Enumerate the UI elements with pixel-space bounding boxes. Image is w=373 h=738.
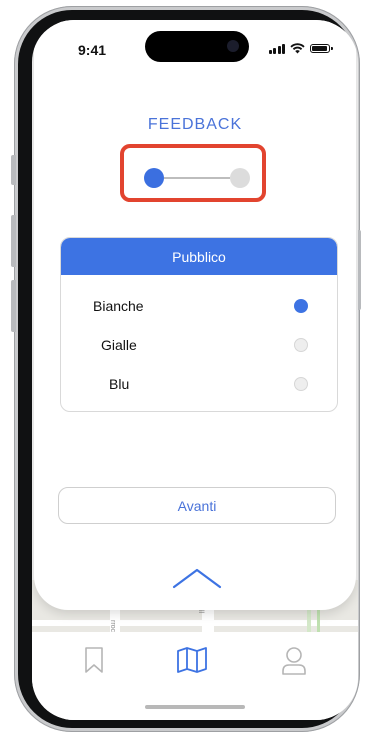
status-time: 9:41: [78, 42, 107, 58]
step-connector: [164, 177, 230, 179]
mute-switch: [11, 155, 16, 185]
option-label: Bianche: [93, 298, 144, 314]
option-blu[interactable]: Blu: [61, 369, 337, 399]
map-icon[interactable]: [176, 646, 208, 674]
wifi-icon: [290, 43, 305, 54]
dynamic-island: [145, 31, 249, 62]
screen: rroco ll 9:41 FEEDBACK Pubblico Bianche …: [32, 20, 358, 720]
radio-selected[interactable]: [294, 299, 308, 313]
option-label: Gialle: [101, 337, 137, 353]
radio-unselected[interactable]: [294, 338, 308, 352]
step-2-dot[interactable]: [230, 168, 250, 188]
status-icons: [268, 43, 333, 54]
option-label: Blu: [109, 376, 130, 392]
feedback-sheet: 9:41 FEEDBACK Pubblico Bianche Gialle Bl…: [34, 20, 356, 610]
next-button[interactable]: Avanti: [58, 487, 336, 524]
radio-unselected[interactable]: [294, 377, 308, 391]
step-indicator: [120, 144, 266, 202]
page-title: FEEDBACK: [147, 116, 243, 133]
signal-icon: [268, 43, 285, 54]
audience-panel: Pubblico Bianche Gialle Blu: [60, 237, 338, 412]
tab-bar: [32, 632, 358, 720]
home-indicator[interactable]: [145, 705, 245, 709]
panel-header: Pubblico: [61, 238, 337, 275]
panel-header-label: Pubblico: [172, 248, 226, 265]
chevron-up-icon[interactable]: [172, 567, 222, 589]
volume-down-button: [11, 280, 16, 332]
profile-icon[interactable]: [281, 646, 307, 676]
map-street-label: ll: [197, 610, 204, 614]
bookmark-icon[interactable]: [84, 646, 104, 674]
next-button-label: Avanti: [177, 497, 217, 514]
step-1-dot[interactable]: [144, 168, 164, 188]
volume-up-button: [11, 215, 16, 267]
battery-icon: [310, 44, 333, 53]
option-bianche[interactable]: Bianche: [61, 291, 337, 321]
option-gialle[interactable]: Gialle: [61, 330, 337, 360]
